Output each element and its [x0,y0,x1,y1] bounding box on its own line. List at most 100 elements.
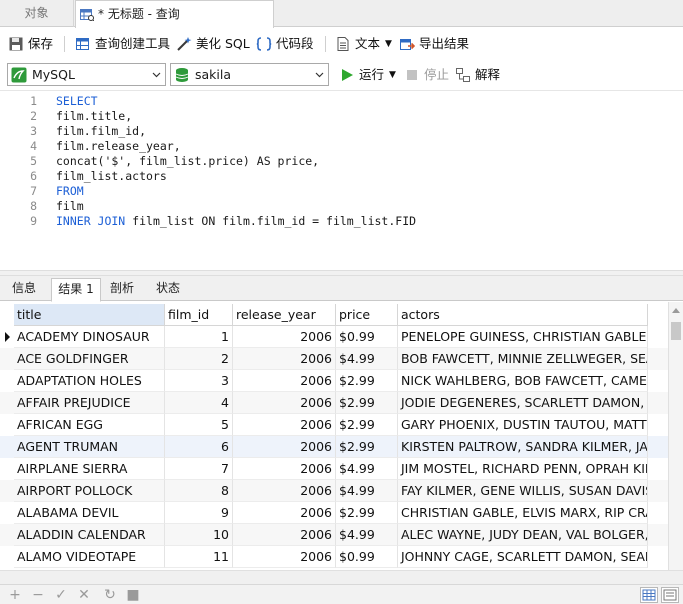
grid-view-icon[interactable] [640,587,658,603]
results-grid[interactable]: title film_id release_year price actors ACADE… [0,302,683,570]
table-row[interactable]: ADAPTATION HOLES 3 2006 $2.99 NICK WAHLBERG,… [0,370,668,392]
cell-release-year[interactable]: 2006 [233,436,336,458]
cell-release-year[interactable]: 2006 [233,524,336,546]
cell-film-id[interactable]: 6 [165,436,233,458]
table-row[interactable]: AIRPORT POLLOCK 8 2006 $4.99 FAY KILMER, GEN… [0,480,668,502]
cell-title[interactable]: AFFAIR PREJUDICE [14,392,165,414]
add-record-icon[interactable]: + [8,588,22,602]
cell-price[interactable]: $2.99 [336,392,398,414]
cell-release-year[interactable]: 2006 [233,326,336,348]
cell-price[interactable]: $0.99 [336,546,398,568]
cell-title[interactable]: ACE GOLDFINGER [14,348,165,370]
vertical-scrollbar[interactable] [668,302,683,570]
table-row[interactable]: ALAMO VIDEOTAPE 11 2006 $0.99 JOHNNY CAGE, S… [0,546,668,568]
row-selector[interactable] [0,414,14,436]
sql-editor[interactable]: 1 SELECT 2 film.title, 3 film.film_id, 4 film.r… [0,90,683,270]
cell-title[interactable]: ACADEMY DINOSAUR [14,326,165,348]
database-select[interactable]: sakila [170,63,329,86]
cell-film-id[interactable]: 3 [165,370,233,392]
table-row[interactable]: AGENT TRUMAN 6 2006 $2.99 KIRSTEN PALTROW, S… [0,436,668,458]
cell-actors[interactable]: JODIE DEGENERES, SCARLETT DAMON, KI [398,392,648,414]
apply-changes-icon[interactable]: ✓ [54,588,68,602]
form-view-icon[interactable] [661,587,679,603]
connection-select[interactable]: MySQL [7,63,166,86]
cell-release-year[interactable]: 2006 [233,348,336,370]
cell-release-year[interactable]: 2006 [233,414,336,436]
column-header-actors[interactable]: actors [398,304,648,326]
cell-title[interactable]: AFRICAN EGG [14,414,165,436]
cell-film-id[interactable]: 2 [165,348,233,370]
cell-release-year[interactable]: 2006 [233,370,336,392]
cell-title[interactable]: ALAMO VIDEOTAPE [14,546,165,568]
cell-film-id[interactable]: 8 [165,480,233,502]
cell-actors[interactable]: JOHNNY CAGE, SCARLETT DAMON, SEAN [398,546,648,568]
cell-price[interactable]: $2.99 [336,502,398,524]
row-selector[interactable] [0,458,14,480]
table-row[interactable]: AIRPLANE SIERRA 7 2006 $4.99 JIM MOSTEL, RIC… [0,458,668,480]
column-header-film-id[interactable]: film_id [165,304,233,326]
cell-actors[interactable]: ALEC WAYNE, JUDY DEAN, VAL BOLGER, R [398,524,648,546]
cell-actors[interactable]: NICK WAHLBERG, BOB FAWCETT, CAMERO [398,370,648,392]
cell-film-id[interactable]: 4 [165,392,233,414]
cell-actors[interactable]: BOB FAWCETT, MINNIE ZELLWEGER, SEAN [398,348,648,370]
cell-title[interactable]: ALADDIN CALENDAR [14,524,165,546]
cell-price[interactable]: $4.99 [336,524,398,546]
cell-price[interactable]: $0.99 [336,326,398,348]
table-row[interactable]: AFRICAN EGG 5 2006 $2.99 GARY PHOENIX, DUSTI… [0,414,668,436]
cell-title[interactable]: AGENT TRUMAN [14,436,165,458]
cell-price[interactable]: $2.99 [336,414,398,436]
tab-query[interactable]: * 无标题 - 查询 [75,0,274,28]
table-row[interactable]: ACE GOLDFINGER 2 2006 $4.99 BOB FAWCETT, MIN… [0,348,668,370]
cell-title[interactable]: AIRPLANE SIERRA [14,458,165,480]
cell-release-year[interactable]: 2006 [233,502,336,524]
cell-actors[interactable]: GARY PHOENIX, DUSTIN TAUTOU, MATTH [398,414,648,436]
row-selector[interactable] [0,392,14,414]
table-row[interactable]: ACADEMY DINOSAUR 1 2006 $0.99 PENELOPE GUINE… [0,326,668,348]
cell-title[interactable]: AIRPORT POLLOCK [14,480,165,502]
table-row[interactable]: ALABAMA DEVIL 9 2006 $2.99 CHRISTIAN GABLE, … [0,502,668,524]
row-selector[interactable] [0,502,14,524]
scrollbar-thumb[interactable] [671,322,681,340]
scroll-up-icon[interactable] [672,308,680,313]
cell-release-year[interactable]: 2006 [233,546,336,568]
cell-release-year[interactable]: 2006 [233,392,336,414]
cell-actors[interactable]: PENELOPE GUINESS, CHRISTIAN GABLE, L [398,326,648,348]
column-header-release-year[interactable]: release_year [233,304,336,326]
cell-film-id[interactable]: 1 [165,326,233,348]
tab-status[interactable]: 状态 [148,278,188,301]
cell-title[interactable]: ALABAMA DEVIL [14,502,165,524]
cell-release-year[interactable]: 2006 [233,458,336,480]
row-selector[interactable] [0,546,14,568]
tab-profile[interactable]: 剖析 [102,278,142,301]
horizontal-scrollbar[interactable] [0,570,683,584]
row-selector[interactable] [0,370,14,392]
cell-actors[interactable]: FAY KILMER, GENE WILLIS, SUSAN DAVIS, [398,480,648,502]
cell-film-id[interactable]: 7 [165,458,233,480]
tab-info[interactable]: 信息 [4,278,44,301]
cell-price[interactable]: $4.99 [336,348,398,370]
column-header-price[interactable]: price [336,304,398,326]
delete-record-icon[interactable]: − [31,588,45,602]
row-selector[interactable] [0,524,14,546]
tab-objects[interactable]: 对象 [0,0,74,27]
column-header-title[interactable]: title [14,304,165,326]
cell-price[interactable]: $2.99 [336,436,398,458]
cell-price[interactable]: $4.99 [336,480,398,502]
cell-film-id[interactable]: 5 [165,414,233,436]
row-selector[interactable] [0,348,14,370]
refresh-icon[interactable]: ↻ [103,588,117,602]
current-row-indicator-icon[interactable] [0,326,14,348]
cell-film-id[interactable]: 9 [165,502,233,524]
cell-actors[interactable]: CHRISTIAN GABLE, ELVIS MARX, RIP CRAW [398,502,648,524]
cell-film-id[interactable]: 11 [165,546,233,568]
cell-film-id[interactable]: 10 [165,524,233,546]
cell-actors[interactable]: JIM MOSTEL, RICHARD PENN, OPRAH KIL [398,458,648,480]
table-row[interactable]: ALADDIN CALENDAR 10 2006 $4.99 ALEC WAYNE, J… [0,524,668,546]
table-row[interactable]: AFFAIR PREJUDICE 4 2006 $2.99 JODIE DEGENERE… [0,392,668,414]
discard-changes-icon[interactable]: ✕ [77,588,91,602]
row-selector[interactable] [0,436,14,458]
tab-result-1[interactable]: 结果 1 [51,278,101,302]
cell-release-year[interactable]: 2006 [233,480,336,502]
cell-actors[interactable]: KIRSTEN PALTROW, SANDRA KILMER, JAY [398,436,648,458]
cell-price[interactable]: $4.99 [336,458,398,480]
